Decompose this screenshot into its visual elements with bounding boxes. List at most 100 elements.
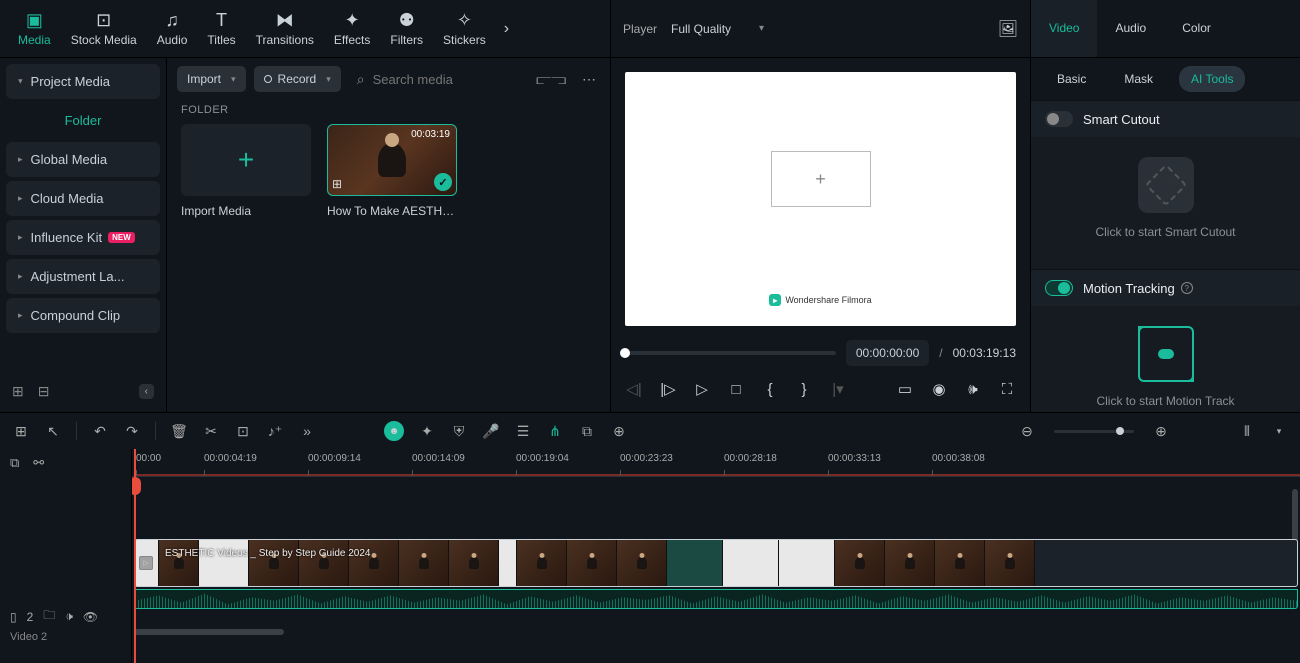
scrub-bar[interactable]: [625, 351, 836, 355]
import-dropdown[interactable]: Import▾: [177, 66, 246, 92]
shield-icon[interactable]: ⛨: [450, 423, 468, 440]
filter-icon[interactable]: ⫍⫎: [532, 67, 570, 92]
mark-out-icon[interactable]: }: [795, 381, 813, 398]
prev-frame-icon[interactable]: ◁|: [625, 380, 643, 398]
delete-icon[interactable]: 🗑: [170, 423, 188, 440]
tab-video[interactable]: Video: [1031, 0, 1097, 57]
display-icon[interactable]: ▭: [896, 380, 914, 398]
ai-avatar-icon[interactable]: ☻: [384, 421, 404, 441]
mixer-icon[interactable]: ⦀: [1238, 423, 1256, 440]
current-timecode[interactable]: 00:00:00:00: [846, 340, 929, 366]
fullscreen-icon[interactable]: ⛶: [998, 381, 1016, 398]
waveform: [135, 590, 1297, 608]
duplicate-icon[interactable]: ⧉: [10, 455, 19, 471]
clip-play-icon[interactable]: ▷: [139, 556, 153, 570]
mic-icon[interactable]: 🎤: [482, 423, 500, 440]
group-icon[interactable]: ⧉: [578, 423, 596, 440]
mixer-chevron-icon[interactable]: ▾: [1270, 426, 1288, 437]
sidebar-project-media[interactable]: ▸Project Media: [6, 64, 160, 99]
media-clip-card[interactable]: 00:03:19 ⊞ ✓ How To Make AESTHE...: [327, 124, 457, 218]
motion-tracking-header[interactable]: Motion Tracking ?: [1031, 270, 1300, 306]
undo-icon[interactable]: ↶: [91, 423, 109, 440]
speed-icon[interactable]: ♪⁺: [266, 423, 284, 440]
playhead[interactable]: [134, 449, 136, 663]
sparkle-icon[interactable]: ✦: [418, 423, 436, 440]
marker-icon[interactable]: |▾: [829, 380, 847, 398]
play-icon[interactable]: ▷: [693, 380, 711, 398]
crop-icon[interactable]: ⊡: [234, 423, 252, 440]
smart-cutout-header[interactable]: Smart Cutout: [1031, 101, 1300, 137]
sidebar-adjustment-layer[interactable]: ▸Adjustment La...: [6, 259, 160, 294]
expand-icon[interactable]: ⊕: [610, 423, 628, 440]
tab-effects[interactable]: ✦Effects: [324, 0, 380, 57]
tab-transitions[interactable]: ⧓Transitions: [246, 0, 324, 57]
record-dropdown[interactable]: Record▾: [254, 66, 341, 92]
tab-audio-props[interactable]: Audio: [1097, 0, 1164, 57]
import-media-card[interactable]: + Import Media: [181, 124, 311, 218]
zoom-slider[interactable]: [1054, 430, 1134, 433]
help-icon[interactable]: ?: [1181, 282, 1193, 294]
link-icon[interactable]: ⚯: [33, 455, 44, 471]
toolbar-more-icon[interactable]: ›: [496, 20, 517, 38]
add-media-icon[interactable]: +: [181, 124, 311, 196]
media-sidebar: ▸Project Media Folder ▸Global Media ▸Clo…: [0, 58, 166, 412]
zoom-out-icon[interactable]: ⊖: [1018, 423, 1036, 440]
motion-tracking-toggle[interactable]: [1045, 280, 1073, 296]
list-icon[interactable]: ☰: [514, 423, 532, 440]
audio-clip[interactable]: [134, 589, 1298, 609]
sidebar-cloud-media[interactable]: ▸Cloud Media: [6, 181, 160, 216]
snapshot-icon[interactable]: 🖼: [998, 19, 1018, 39]
mark-in-icon[interactable]: {: [761, 381, 779, 398]
stickers-icon: ✧: [457, 10, 472, 31]
sidebar-influence-kit[interactable]: ▸Influence KitNEW: [6, 220, 160, 255]
horizontal-scrollbar[interactable]: [134, 629, 1298, 635]
track-layers-icon[interactable]: ▯: [10, 610, 17, 624]
search-input[interactable]: [373, 72, 525, 87]
tab-titles[interactable]: TTitles: [197, 0, 245, 57]
sidebar-global-media[interactable]: ▸Global Media: [6, 142, 160, 177]
sidebar-compound-clip[interactable]: ▸Compound Clip: [6, 298, 160, 333]
subtab-ai-tools[interactable]: AI Tools: [1179, 66, 1245, 92]
smart-cutout-toggle[interactable]: [1045, 111, 1073, 127]
track-manager-icon[interactable]: ⊞: [12, 423, 30, 440]
preview-canvas[interactable]: + ▸Wondershare Filmora: [625, 72, 1016, 326]
track-mute-icon[interactable]: 🕩: [65, 609, 73, 624]
tab-filters[interactable]: ⚉Filters: [380, 0, 433, 57]
timeline: ⊞ ↖ ↶ ↷ 🗑 ✂ ⊡ ♪⁺ » ☻ ✦ ⛨ 🎤 ☰ ⋔ ⧉ ⊕ ⊖ ⊕ ⦀: [0, 412, 1300, 663]
clip-duration: 00:03:19: [411, 129, 450, 140]
properties-panel: Basic Mask AI Tools Smart Cutout Click t…: [1030, 58, 1300, 412]
scrub-head[interactable]: [620, 348, 630, 358]
video-clip[interactable]: ▷ ESTHETIC Videos _ Step by Step Guide 2…: [134, 539, 1298, 587]
track-folder-icon[interactable]: 🗀: [43, 606, 55, 627]
collapse-sidebar-icon[interactable]: ‹: [139, 384, 154, 399]
more-tools-icon[interactable]: »: [298, 423, 316, 439]
tab-stickers[interactable]: ✧Stickers: [433, 0, 496, 57]
tab-media[interactable]: ▣Media: [8, 0, 61, 57]
next-frame-icon[interactable]: |▷: [659, 380, 677, 398]
sidebar-folder[interactable]: Folder: [6, 103, 160, 138]
magnet-icon[interactable]: ⋔: [546, 423, 564, 440]
folder-section-label: FOLDER: [167, 100, 610, 124]
motion-track-button[interactable]: [1138, 326, 1194, 382]
delete-folder-icon[interactable]: ⊟: [38, 383, 50, 400]
zoom-in-icon[interactable]: ⊕: [1152, 423, 1170, 440]
tab-audio[interactable]: ♫Audio: [147, 0, 198, 57]
stop-icon[interactable]: □: [727, 381, 745, 398]
titles-icon: T: [216, 10, 227, 31]
selection-tool-icon[interactable]: ↖: [44, 423, 62, 440]
timeline-ruler[interactable]: 00:00 00:00:04:19 00:00:09:14 00:00:14:0…: [132, 449, 1300, 477]
check-icon: ✓: [434, 173, 452, 191]
tab-color[interactable]: Color: [1164, 0, 1229, 57]
camera-icon[interactable]: ◉: [930, 380, 948, 398]
subtab-mask[interactable]: Mask: [1112, 66, 1165, 92]
smart-cutout-button[interactable]: [1138, 157, 1194, 213]
track-visible-icon[interactable]: 👁: [83, 610, 98, 624]
redo-icon[interactable]: ↷: [123, 423, 141, 440]
quality-dropdown[interactable]: Full Quality▾: [671, 22, 764, 36]
volume-icon[interactable]: 🕪: [964, 381, 982, 398]
tab-stock-media[interactable]: ⊡Stock Media: [61, 0, 147, 57]
new-folder-icon[interactable]: ⊞: [12, 383, 24, 400]
subtab-basic[interactable]: Basic: [1045, 66, 1098, 92]
split-icon[interactable]: ✂: [202, 423, 220, 440]
more-options-icon[interactable]: ⋯: [578, 67, 600, 92]
